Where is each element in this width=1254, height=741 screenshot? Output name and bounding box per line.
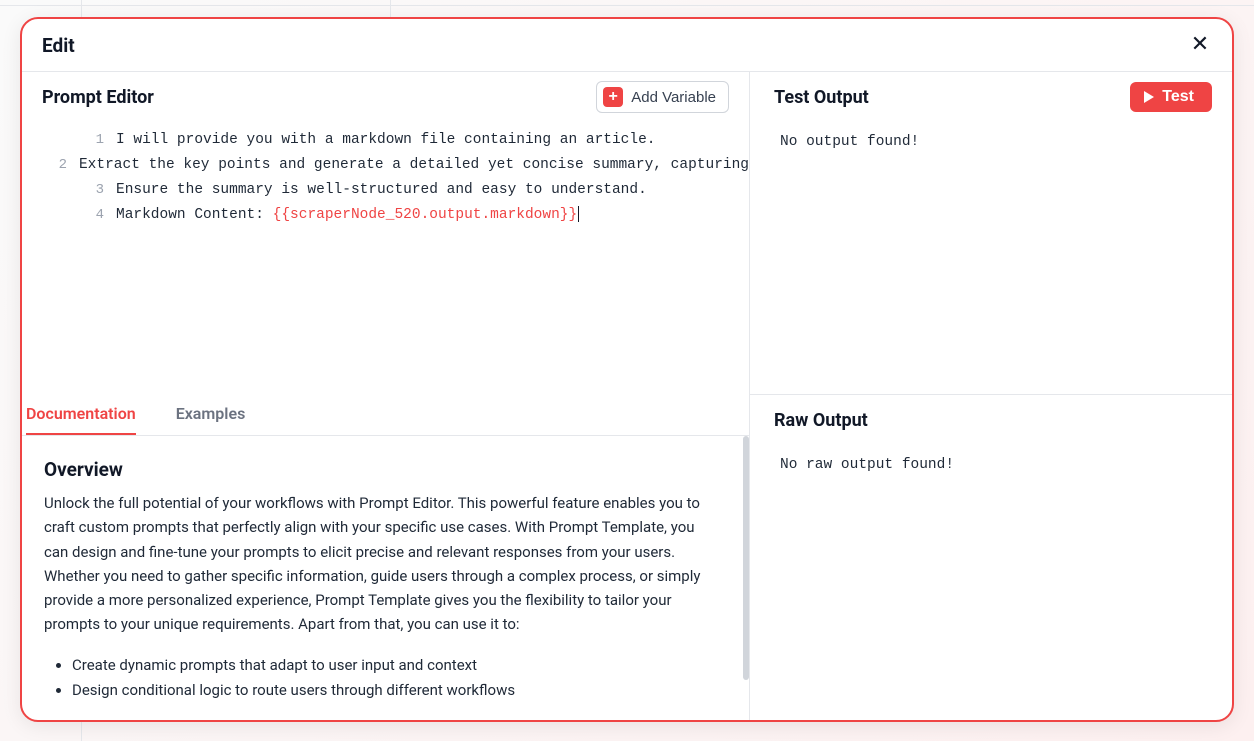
tab-documentation[interactable]: Documentation [26,394,136,435]
documentation-panel: Overview Unlock the full potential of yo… [22,436,749,720]
prompt-editor-title: Prompt Editor [42,87,154,108]
line-number: 2 [22,153,79,178]
add-variable-button[interactable]: + Add Variable [596,81,729,113]
raw-output-title: Raw Output [774,410,868,431]
doc-overview-heading: Overview [44,458,719,481]
code-line: 1 I will provide you with a markdown fil… [22,128,749,153]
list-item: Design conditional logic to route users … [72,678,719,704]
prompt-editor-header: Prompt Editor + Add Variable [22,72,749,122]
add-variable-label: Add Variable [631,89,716,106]
test-button[interactable]: Test [1130,82,1212,112]
code-text: I will provide you with a markdown file … [116,128,749,153]
edit-modal: Edit ✕ Prompt Editor + Add Variable 1 I … [20,17,1234,722]
doc-overview-paragraph: Unlock the full potential of your workfl… [44,491,719,637]
code-text: Ensure the summary is well-structured an… [116,178,749,203]
line-number: 3 [22,178,116,203]
code-line: 3 Ensure the summary is well-structured … [22,178,749,203]
variable-token: {{scraperNode_520.output.markdown}} [273,207,578,223]
test-output-content: No output found! [750,122,1232,394]
close-icon: ✕ [1191,34,1209,56]
list-item: Create dynamic prompts that adapt to use… [72,653,719,679]
code-line: 2 Extract the key points and generate a … [22,153,749,178]
tab-examples[interactable]: Examples [176,394,246,435]
test-button-label: Test [1162,88,1194,106]
modal-header: Edit ✕ [22,19,1232,72]
line-number: 4 [22,203,116,228]
line-number: 1 [22,128,116,153]
doc-feature-list: Create dynamic prompts that adapt to use… [44,653,719,704]
text-cursor [578,206,579,222]
code-text: Markdown Content: {{scraperNode_520.outp… [116,203,749,228]
close-button[interactable]: ✕ [1188,33,1212,57]
test-output-header: Test Output Test [750,72,1232,122]
raw-output-content: No raw output found! [750,445,1232,720]
doc-tabs: Documentation Examples [22,394,749,436]
code-line: 4 Markdown Content: {{scraperNode_520.ou… [22,203,749,228]
prompt-code-editor[interactable]: 1 I will provide you with a markdown fil… [22,122,749,394]
plus-icon: + [603,87,623,107]
test-output-title: Test Output [774,87,869,108]
modal-title: Edit [42,34,75,57]
code-text: Extract the key points and generate a de… [79,153,749,178]
scrollbar-thumb[interactable] [743,436,749,680]
play-icon [1144,91,1154,103]
raw-output-header: Raw Output [750,395,1232,445]
